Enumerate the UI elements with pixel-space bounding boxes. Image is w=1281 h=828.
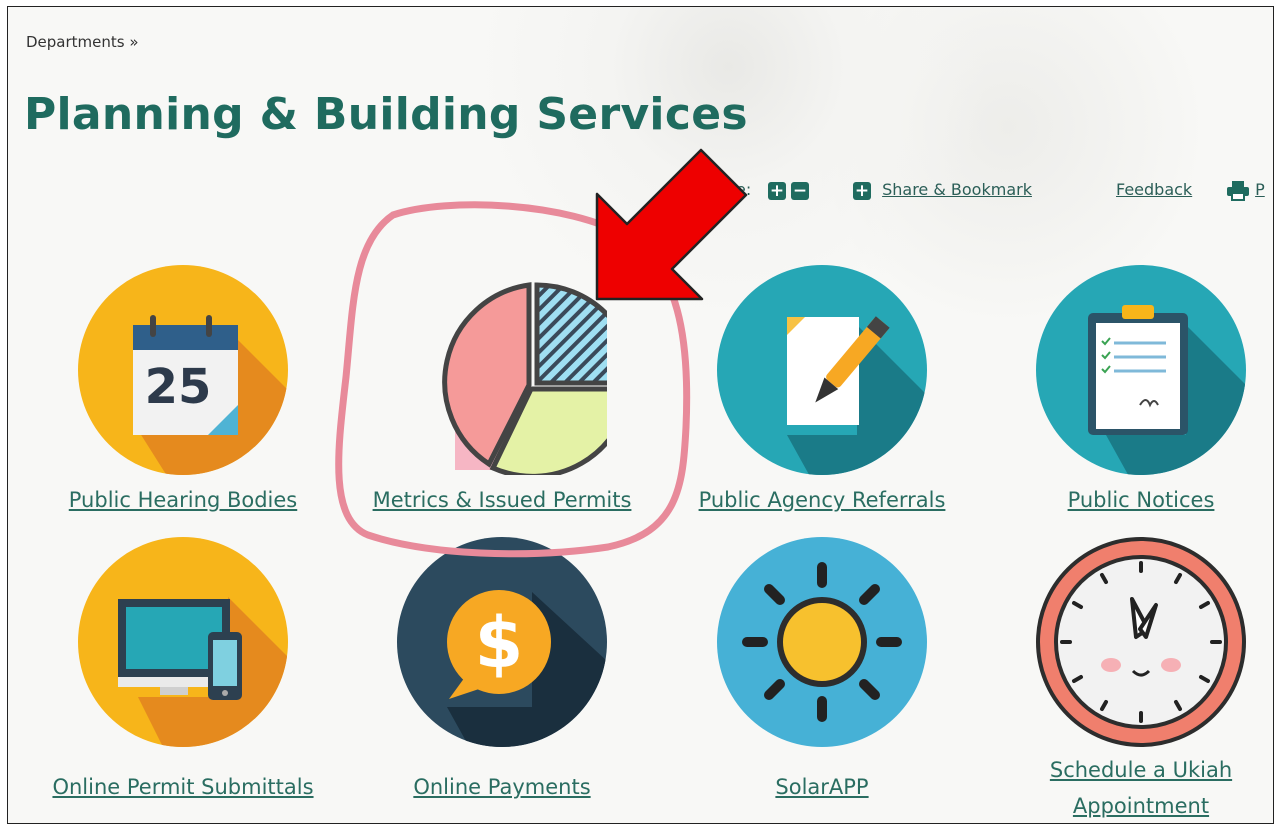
decrease-text-button[interactable]: − xyxy=(791,180,809,200)
tile-label[interactable]: Public Notices xyxy=(991,485,1273,515)
plus-icon: + xyxy=(853,180,871,201)
clipboard-icon xyxy=(1036,265,1246,475)
tile-label-line2[interactable]: Appointment xyxy=(991,791,1273,821)
document-pen-icon xyxy=(717,265,927,475)
page-title: Planning & Building Services xyxy=(24,89,748,140)
plus-icon: + xyxy=(768,180,786,201)
tile-label-line1[interactable]: Schedule a Ukiah xyxy=(991,755,1273,785)
feedback-link[interactable]: Feedback xyxy=(1116,180,1192,199)
breadcrumb[interactable]: Departments » xyxy=(26,33,139,51)
printer-icon xyxy=(1227,180,1249,201)
sun-icon xyxy=(717,537,927,747)
tile-label[interactable]: Online Permit Submittals xyxy=(33,772,333,802)
tile-label[interactable]: Metrics & Issued Permits xyxy=(352,485,652,515)
tile-label[interactable]: SolarAPP xyxy=(672,772,972,802)
increase-text-button[interactable]: + xyxy=(768,180,786,200)
tile-label[interactable]: Public Hearing Bodies xyxy=(33,485,333,515)
text-size-label: e: xyxy=(736,180,752,199)
clock-icon xyxy=(1036,537,1246,747)
share-bookmark-link[interactable]: + Share & Bookmark xyxy=(853,180,1032,200)
tile-label[interactable]: Online Payments xyxy=(352,772,652,802)
print-link[interactable]: P xyxy=(1226,180,1265,201)
toolbar: e: + − + Share & Bookmark Feedback P xyxy=(8,180,1273,210)
calendar-icon: 25 xyxy=(78,265,288,475)
minus-icon: − xyxy=(791,180,809,201)
share-bookmark-label: Share & Bookmark xyxy=(882,180,1032,199)
page-frame: Departments » Planning & Building Servic… xyxy=(7,6,1274,824)
dollar-bubble-icon: $ xyxy=(397,537,607,747)
calendar-number: 25 xyxy=(145,359,212,415)
print-label: P xyxy=(1255,180,1265,199)
pie-chart-icon xyxy=(442,282,607,475)
tile-label[interactable]: Public Agency Referrals xyxy=(672,485,972,515)
computer-phone-icon xyxy=(78,537,288,747)
dollar-symbol: $ xyxy=(475,602,524,684)
